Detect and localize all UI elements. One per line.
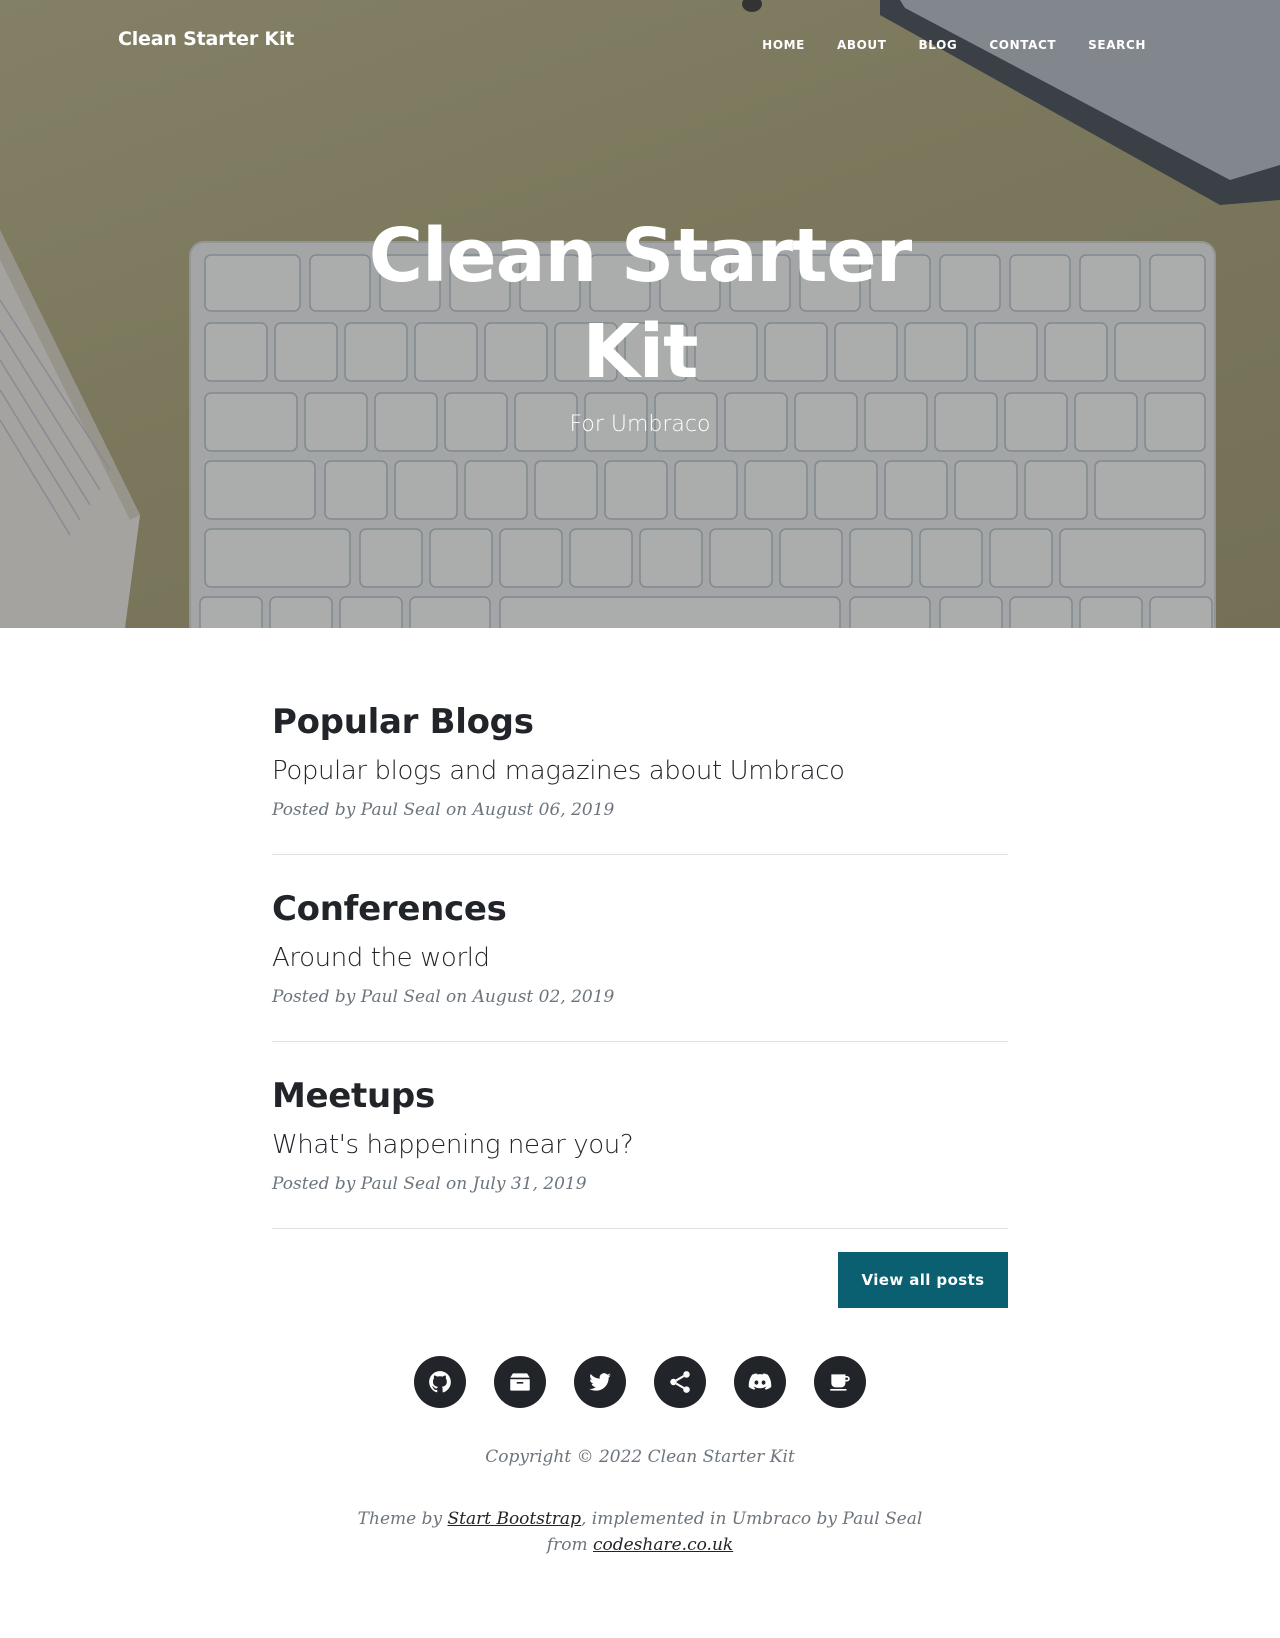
- social-links: [0, 1356, 1280, 1408]
- post-divider: [272, 1041, 1008, 1042]
- github-icon[interactable]: [414, 1356, 466, 1408]
- nav-home-link[interactable]: HOME: [762, 38, 805, 52]
- hero-subtitle: For Umbraco: [569, 412, 711, 437]
- post-preview[interactable]: Meetups What's happening near you? Poste…: [272, 1074, 1008, 1196]
- post-subtitle[interactable]: Around the world: [272, 941, 1008, 975]
- twitter-icon[interactable]: [574, 1356, 626, 1408]
- post-subtitle[interactable]: What's happening near you?: [272, 1128, 1008, 1162]
- post-title[interactable]: Meetups: [272, 1074, 1008, 1118]
- nav-about-link[interactable]: ABOUT: [837, 38, 887, 52]
- theme-credits: Theme by Start Bootstrap, implemented in…: [340, 1506, 940, 1558]
- nav-blog-link[interactable]: BLOG: [919, 38, 958, 52]
- post-preview[interactable]: Popular Blogs Popular blogs and magazine…: [272, 700, 1008, 822]
- nav-contact-link[interactable]: CONTACT: [989, 38, 1056, 52]
- post-divider: [272, 1228, 1008, 1229]
- post-title[interactable]: Conferences: [272, 887, 1008, 931]
- start-bootstrap-link[interactable]: Start Bootstrap: [447, 1509, 580, 1529]
- post-meta: Posted by Paul Seal on August 02, 2019: [272, 987, 615, 1007]
- post-divider: [272, 854, 1008, 855]
- brand-link[interactable]: Clean Starter Kit: [118, 28, 294, 50]
- post-title[interactable]: Popular Blogs: [272, 700, 1008, 744]
- share-icon[interactable]: [654, 1356, 706, 1408]
- post-meta: Posted by Paul Seal on July 31, 2019: [272, 1174, 587, 1194]
- post-meta: Posted by Paul Seal on August 06, 2019: [272, 800, 615, 820]
- discord-icon[interactable]: [734, 1356, 786, 1408]
- package-box-icon[interactable]: [494, 1356, 546, 1408]
- codeshare-link[interactable]: codeshare.co.uk: [593, 1535, 733, 1555]
- hero-header: Clean Starter Kit HOME ABOUT BLOG CONTAC…: [0, 0, 1280, 628]
- credits-prefix: Theme by: [357, 1509, 448, 1529]
- post-subtitle[interactable]: Popular blogs and magazines about Umbrac…: [272, 754, 1008, 788]
- nav-search-link[interactable]: SEARCH: [1088, 38, 1146, 52]
- hero-title: Clean Starter Kit: [368, 213, 912, 395]
- post-list: Popular Blogs Popular blogs and magazine…: [272, 700, 1008, 1261]
- copyright-text: Copyright © 2022 Clean Starter Kit: [485, 1447, 795, 1467]
- nav-links: HOME ABOUT BLOG CONTACT SEARCH: [730, 34, 1146, 53]
- coffee-cup-icon[interactable]: [814, 1356, 866, 1408]
- pager: View all posts: [272, 1252, 1008, 1308]
- hero-heading: Clean Starter Kit For Umbraco: [0, 208, 1280, 437]
- view-all-posts-button[interactable]: View all posts: [838, 1252, 1008, 1308]
- post-preview[interactable]: Conferences Around the world Posted by P…: [272, 887, 1008, 1009]
- navbar: Clean Starter Kit HOME ABOUT BLOG CONTAC…: [0, 0, 1280, 84]
